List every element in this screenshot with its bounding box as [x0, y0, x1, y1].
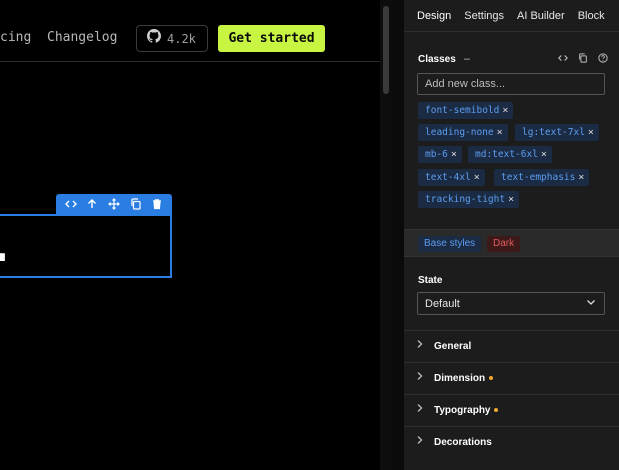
copy-icon[interactable] — [578, 53, 588, 65]
remove-class-icon[interactable]: × — [508, 194, 514, 205]
classes-header: Classes – — [418, 52, 608, 66]
chip-label: mb-6 — [425, 149, 448, 160]
element-toolbar — [56, 194, 172, 214]
section-title: Typography — [434, 405, 499, 416]
remove-class-icon[interactable]: × — [497, 127, 503, 138]
code-view-icon[interactable] — [558, 53, 568, 65]
editor-canvas[interactable]: cing Changelog 4.2k Get started — [0, 0, 392, 470]
section-title-text: General — [434, 341, 472, 352]
chevron-right-icon — [416, 435, 424, 448]
panel-tabs: Design Settings AI Builder Block — [404, 0, 619, 32]
canvas-scroll-thumb[interactable] — [383, 6, 389, 94]
state-select[interactable]: Default — [417, 292, 605, 315]
chevron-right-icon — [416, 403, 424, 416]
section-title: General — [434, 341, 471, 352]
chevron-right-icon — [416, 339, 424, 352]
class-chip[interactable]: lg:text-7xl × — [515, 124, 599, 141]
base-styles-badge[interactable]: Base styles — [418, 236, 482, 252]
delete-icon[interactable] — [149, 196, 165, 212]
class-chip[interactable]: text-4xl × — [418, 169, 485, 186]
section-typography[interactable]: Typography — [404, 394, 619, 426]
tab-ai-builder[interactable]: AI Builder — [517, 10, 565, 22]
remove-class-icon[interactable]: × — [502, 105, 508, 116]
chevron-down-icon — [586, 297, 596, 310]
class-chip[interactable]: font-semibold × — [418, 102, 514, 119]
chip-label: lg:text-7xl — [522, 127, 585, 138]
github-icon — [147, 29, 162, 48]
section-title: Decorations — [434, 437, 492, 448]
selected-heading-text[interactable]: . — [0, 214, 8, 274]
style-variants-row: Base styles Dark — [404, 229, 619, 257]
section-title-text: Dimension — [434, 373, 486, 384]
chevron-right-icon — [416, 371, 424, 384]
selected-element-outline[interactable] — [0, 214, 172, 278]
state-label: State — [418, 275, 443, 286]
remove-class-icon[interactable]: × — [588, 127, 594, 138]
section-title: Dimension — [434, 373, 494, 384]
classes-actions — [558, 53, 608, 65]
chip-label: leading-none — [425, 127, 494, 138]
remove-class-icon[interactable]: × — [474, 172, 480, 183]
github-stars-button[interactable]: 4.2k — [136, 25, 208, 52]
duplicate-icon[interactable] — [128, 196, 144, 212]
tab-settings[interactable]: Settings — [464, 10, 504, 22]
code-icon[interactable] — [63, 196, 79, 212]
github-star-count: 4.2k — [167, 31, 196, 46]
style-sections: General Dimension Typography Decorations — [404, 330, 619, 458]
nav-link-pricing[interactable]: cing — [0, 30, 31, 45]
state-select-value: Default — [425, 298, 460, 310]
remove-class-icon[interactable]: × — [541, 149, 547, 160]
get-started-button[interactable]: Get started — [218, 25, 325, 52]
class-chip[interactable]: text-emphasis × — [494, 169, 590, 186]
collapse-icon[interactable]: – — [464, 53, 470, 65]
move-icon[interactable] — [106, 196, 122, 212]
properties-panel: Design Settings AI Builder Block Classes… — [404, 0, 619, 470]
remove-class-icon[interactable]: × — [578, 172, 584, 183]
dark-badge[interactable]: Dark — [487, 236, 521, 252]
class-chip[interactable]: mb-6 × — [418, 146, 462, 163]
section-general[interactable]: General — [404, 330, 619, 362]
classes-title: Classes — [418, 53, 456, 65]
section-title-text: Typography — [434, 405, 491, 416]
section-title-text: Decorations — [434, 437, 492, 448]
chip-label: text-4xl — [425, 172, 471, 183]
modified-indicator — [494, 408, 499, 413]
tab-design[interactable]: Design — [417, 10, 451, 22]
class-chip[interactable]: md:text-6xl × — [468, 146, 552, 163]
chip-label: font-semibold — [425, 105, 500, 116]
site-topnav: cing Changelog 4.2k Get started — [0, 0, 392, 62]
class-chip[interactable]: tracking-tight × — [418, 191, 520, 208]
section-dimension[interactable]: Dimension — [404, 362, 619, 394]
help-icon[interactable] — [598, 53, 608, 65]
arrow-up-icon[interactable] — [84, 196, 100, 212]
chip-label: md:text-6xl — [475, 149, 538, 160]
chip-label: tracking-tight — [425, 194, 506, 205]
remove-class-icon[interactable]: × — [451, 149, 457, 160]
page-root: cing Changelog 4.2k Get started Design S… — [0, 0, 619, 470]
modified-indicator — [489, 376, 494, 381]
add-class-input[interactable] — [417, 73, 605, 95]
section-decorations[interactable]: Decorations — [404, 426, 619, 458]
chip-label: text-emphasis — [501, 172, 576, 183]
tab-block[interactable]: Block — [578, 10, 605, 22]
class-chip[interactable]: leading-none × — [418, 124, 508, 141]
nav-link-changelog[interactable]: Changelog — [47, 30, 117, 45]
